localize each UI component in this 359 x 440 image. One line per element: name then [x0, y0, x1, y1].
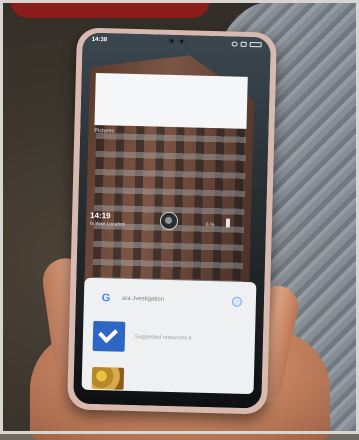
lockscreen-temperature: 6 % — [205, 221, 215, 229]
app-check-icon — [92, 320, 126, 352]
phone-screen[interactable]: 14:38 Pictures 14:19 Is Your Location 6 … — [73, 32, 271, 409]
status-icons — [231, 41, 262, 47]
widget-label: Pictures — [94, 127, 115, 135]
image-card[interactable] — [81, 360, 254, 400]
google-icon: G — [101, 292, 111, 305]
mic-icon[interactable] — [231, 296, 243, 307]
alarm-icon — [231, 41, 238, 47]
lockscreen-clock: 14:19 — [90, 210, 111, 221]
notification-cards: G ara Jvestigation Suggested resources 8 — [81, 277, 257, 395]
lockscreen-location: Is Your Location — [89, 220, 126, 228]
smartphone: 14:38 Pictures 14:19 Is Your Location 6 … — [67, 27, 277, 415]
suggestion-text: Suggested resources 8 — [134, 334, 192, 342]
google-search-card[interactable]: G ara Jvestigation — [83, 280, 256, 320]
lock-icon — [225, 218, 231, 228]
battery-icon — [249, 41, 262, 47]
wifi-icon — [240, 41, 247, 47]
status-time: 14:38 — [91, 36, 108, 44]
suggestion-card[interactable]: Suggested resources 8 — [82, 318, 255, 358]
red-object — [10, 0, 210, 18]
lockscreen-widget[interactable] — [94, 72, 248, 129]
search-query: ara Jvestigation — [121, 295, 165, 303]
food-thumbnail — [91, 366, 125, 390]
